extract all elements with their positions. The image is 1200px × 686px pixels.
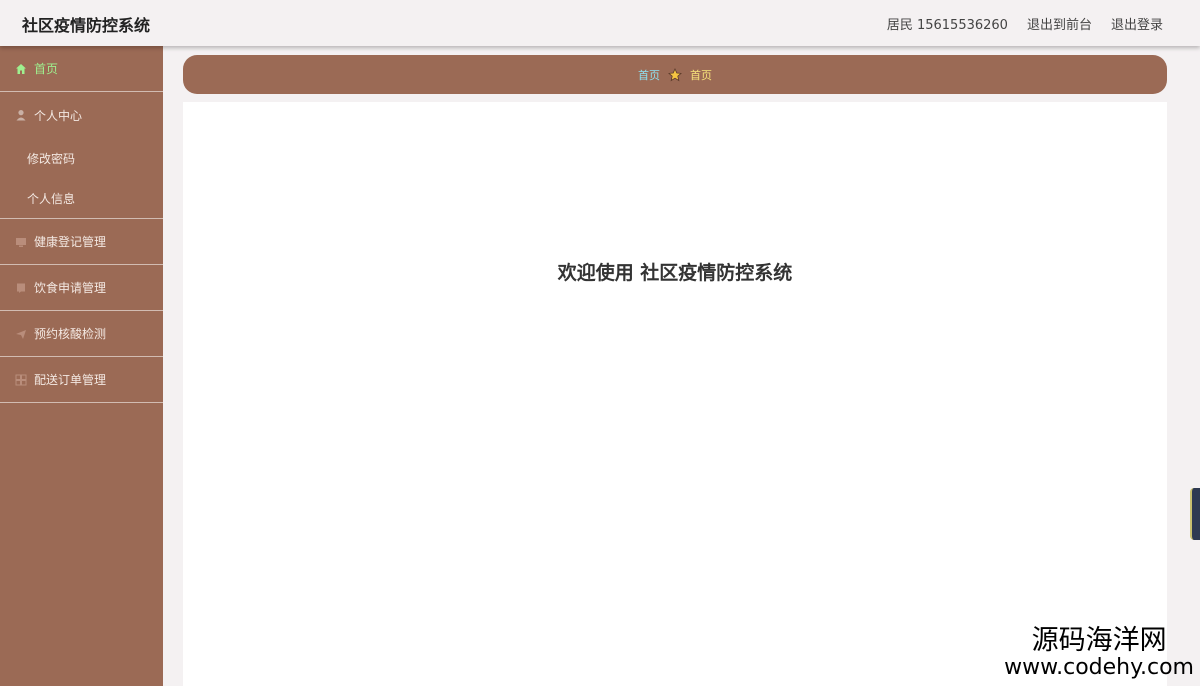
document-icon: [14, 281, 28, 295]
sidebar-group-personal-center: 个人中心 修改密码 个人信息: [0, 92, 163, 219]
back-to-front-link[interactable]: 退出到前台: [1027, 14, 1092, 33]
send-icon: [14, 327, 28, 341]
sidebar-item-label: 预约核酸检测: [34, 327, 107, 341]
header-actions: 居民 15615536260 退出到前台 退出登录: [887, 14, 1163, 33]
monitor-icon: [14, 235, 28, 249]
home-icon: [14, 62, 28, 76]
logout-link[interactable]: 退出登录: [1111, 14, 1163, 33]
sidebar-item-delivery-orders[interactable]: 配送订单管理: [0, 357, 163, 403]
top-bar: 社区疫情防控系统 居民 15615536260 退出到前台 退出登录: [0, 0, 1200, 46]
user-icon: [14, 108, 28, 122]
side-panel-handle[interactable]: [1190, 488, 1200, 540]
watermark-name: 源码海洋网: [1031, 625, 1167, 657]
sidebar-item-label: 健康登记管理: [34, 235, 107, 249]
welcome-text: 欢迎使用 社区疫情防控系统: [557, 262, 793, 284]
sidebar-item-label: 配送订单管理: [34, 373, 107, 387]
breadcrumb-home-link[interactable]: 首页: [638, 67, 660, 83]
sidebar-item-personal-center[interactable]: 个人中心: [0, 92, 163, 138]
main-content: 欢迎使用 社区疫情防控系统: [183, 102, 1167, 686]
sidebar-item-health-registration[interactable]: 健康登记管理: [0, 219, 163, 265]
watermark-url: www.codehy.com: [1004, 654, 1194, 680]
user-label: 居民 15615536260: [886, 18, 1008, 33]
sidebar-item-label: 个人中心: [34, 108, 83, 123]
sidebar-item-home[interactable]: 首页: [0, 46, 163, 92]
sidebar-item-nucleic-test[interactable]: 预约核酸检测: [0, 311, 163, 357]
sidebar-subitem-change-password[interactable]: 修改密码: [0, 138, 163, 178]
app-title: 社区疫情防控系统: [22, 16, 151, 35]
star-icon: [668, 67, 682, 82]
sidebar-subitem-personal-info[interactable]: 个人信息: [0, 178, 163, 218]
sidebar-item-label: 饮食申请管理: [34, 281, 107, 295]
sidebar-item-diet-application[interactable]: 饮食申请管理: [0, 265, 163, 311]
sidebar: 首页 个人中心 修改密码 个人信息 健康登记管理 饮食申请管理 预约核酸检测 配…: [0, 46, 163, 686]
breadcrumb: 首页 首页: [183, 55, 1167, 94]
grid-icon: [14, 373, 28, 387]
watermark: 源码海洋网 www.codehy.com: [1004, 626, 1194, 680]
breadcrumb-current: 首页: [690, 68, 712, 82]
sidebar-item-label: 首页: [34, 62, 59, 76]
